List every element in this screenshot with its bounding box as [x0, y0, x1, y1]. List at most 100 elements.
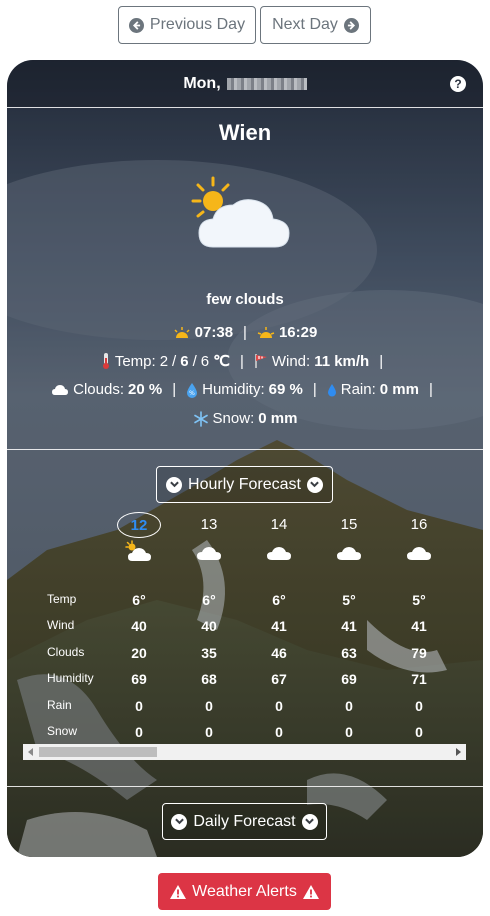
day-navigation: Previous Day Next Day: [0, 6, 490, 44]
few-clouds-icon: [125, 540, 151, 561]
help-icon[interactable]: ?: [450, 76, 466, 92]
wind-flag-icon: [255, 354, 267, 368]
wind-value: 41: [341, 618, 357, 634]
clouds-value: 20 %: [128, 381, 163, 398]
snow-value: 0: [345, 724, 353, 740]
temp-value: 6°: [132, 592, 146, 608]
row-label-rain: Rain: [47, 698, 72, 712]
snow-label: Snow:: [212, 410, 255, 427]
clouds-value: 20: [131, 645, 147, 661]
hourly-forecast-toggle[interactable]: Hourly Forecast: [156, 466, 333, 503]
humidity-value: 69: [341, 671, 357, 687]
sunset-time: 16:29: [278, 324, 318, 341]
row-label-wind: Wind: [47, 618, 75, 632]
temp-label: Temp:: [114, 352, 156, 370]
row-label-temp: Temp: [47, 592, 77, 606]
daily-forecast-toggle[interactable]: Daily Forecast: [162, 803, 327, 840]
chevron-down-icon: [166, 476, 183, 493]
hour-label[interactable]: 13: [179, 512, 239, 538]
warning-icon: [302, 884, 319, 899]
humidity-value: 67: [271, 671, 287, 687]
redacted-date: [226, 77, 307, 90]
warning-icon: [170, 884, 187, 899]
sunset-icon: [257, 326, 275, 338]
arrow-right-circle-icon: [343, 17, 359, 33]
previous-day-label: Previous Day: [149, 16, 246, 33]
cloud-icon: [197, 547, 221, 560]
scroll-left-arrow[interactable]: [28, 748, 33, 756]
temp-wind-row: Temp: 2 / 6 / 6 ℃ | Wind: 11 km/h |: [7, 352, 483, 370]
weather-alerts-button[interactable]: Weather Alerts: [158, 873, 331, 910]
humidity-value: 69 %: [268, 381, 303, 398]
hour-label[interactable]: 14: [249, 512, 309, 538]
clouds-label: Clouds:: [73, 381, 124, 398]
weather-card: Mon, ? Wien few clouds 07:38 | 16:29 Tem…: [7, 60, 483, 857]
wind-label: Wind:: [271, 352, 311, 370]
rain-value: 0: [415, 698, 423, 714]
snow-value: 0: [135, 724, 143, 740]
sun-times-row: 07:38 | 16:29: [7, 324, 483, 341]
clouds-value: 63: [341, 645, 357, 661]
hour-column: 15: [319, 512, 379, 567]
chevron-down-icon: [306, 476, 323, 493]
separator: |: [172, 381, 177, 398]
date-header: Mon,: [7, 60, 483, 107]
city-name: Wien: [218, 120, 272, 145]
temp-value: 5°: [412, 592, 426, 608]
humidity-label: Humidity:: [202, 381, 265, 398]
arrow-left-circle-icon: [128, 17, 144, 33]
thermometer-icon: [102, 353, 109, 369]
hourly-divider: [7, 786, 483, 787]
clouds-value: 35: [201, 645, 217, 661]
header-divider: [7, 107, 483, 108]
hourly-scrollbar[interactable]: [23, 744, 466, 760]
hour-column: 16: [389, 512, 449, 567]
rain-value: 0: [345, 698, 353, 714]
clouds-value: 46: [271, 645, 287, 661]
temp-value: 6°: [272, 592, 286, 608]
weather-alerts-label: Weather Alerts: [192, 882, 297, 900]
hour-label[interactable]: 16: [389, 512, 449, 538]
previous-day-button[interactable]: Previous Day: [118, 6, 256, 44]
next-day-button[interactable]: Next Day: [260, 6, 371, 44]
rain-label: Rain:: [340, 381, 376, 398]
weather-description: few clouds: [206, 291, 284, 308]
snow-row: Snow: 0 mm: [7, 410, 483, 427]
snow-value: 0 mm: [258, 410, 298, 427]
temp-value: 6°: [202, 592, 216, 608]
humidity-value: 69: [131, 671, 147, 687]
temp-value: 5°: [342, 592, 356, 608]
snow-value: 0: [275, 724, 283, 740]
wind-value: 41: [411, 618, 427, 634]
humidity-icon: %: [187, 382, 198, 398]
temp-unit: ℃: [213, 353, 230, 370]
wind-value: 41: [271, 618, 287, 634]
rain-drop-icon: [327, 383, 336, 396]
next-day-label: Next Day: [272, 16, 338, 33]
clouds-humidity-rain-row: Clouds: 20 % | % Humidity: 69 % | Rain: …: [7, 381, 483, 398]
daily-forecast-label: Daily Forecast: [193, 812, 296, 830]
few-clouds-icon: [191, 176, 290, 248]
cloud-icon: [337, 547, 361, 560]
hour-label[interactable]: 15: [319, 512, 379, 538]
temp-max: 6: [200, 352, 210, 370]
scroll-right-arrow[interactable]: [456, 748, 461, 756]
slash: /: [192, 352, 197, 370]
separator: |: [312, 381, 317, 398]
snow-value: 0: [205, 724, 213, 740]
separator: |: [243, 324, 247, 341]
current-divider: [7, 449, 483, 450]
hour-column: 13: [179, 512, 239, 567]
svg-text:%: %: [189, 390, 195, 397]
hour-column: 14: [249, 512, 309, 567]
slash: /: [172, 352, 177, 370]
scrollbar-thumb[interactable]: [39, 747, 157, 757]
temp-min: 2: [159, 352, 169, 370]
clouds-value: 79: [411, 645, 427, 661]
hour-label[interactable]: 12: [117, 512, 161, 538]
separator: |: [428, 381, 433, 398]
rain-value: 0: [275, 698, 283, 714]
rain-value: 0: [205, 698, 213, 714]
sunrise-time: 07:38: [194, 324, 234, 341]
humidity-value: 68: [201, 671, 217, 687]
